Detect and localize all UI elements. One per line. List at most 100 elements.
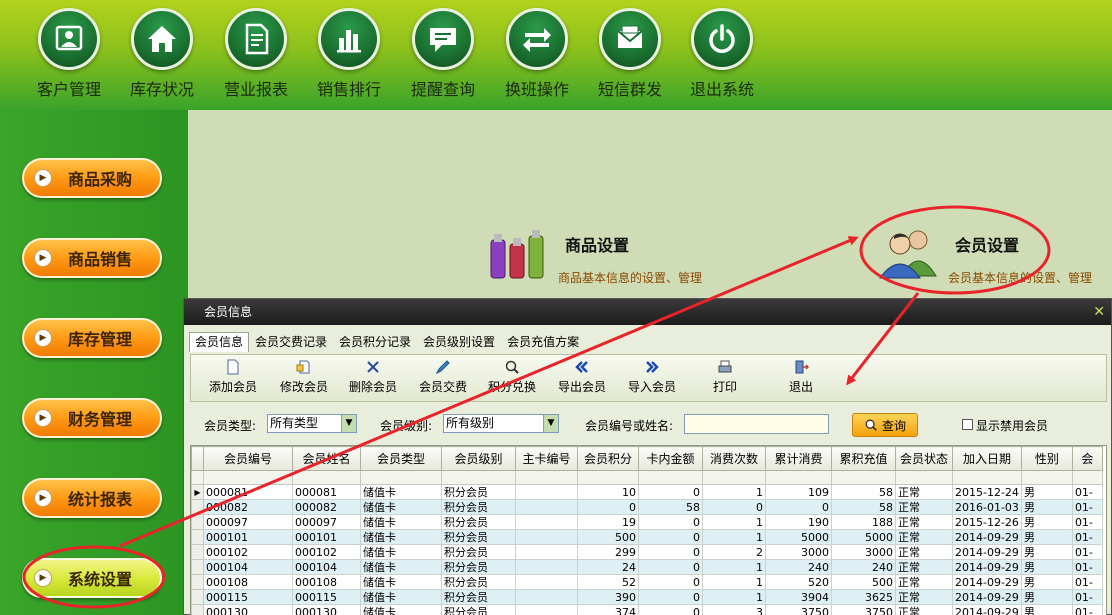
report-icon bbox=[225, 8, 287, 70]
row-indicator bbox=[191, 589, 204, 605]
top-item-reminder[interactable]: 提醒查询 bbox=[403, 8, 483, 100]
col-header[interactable]: 会员状态 bbox=[895, 446, 953, 471]
filter-cell[interactable] bbox=[952, 470, 1022, 485]
col-header[interactable]: 卡内金额 bbox=[638, 446, 703, 471]
tab-member-info[interactable]: 会员信息 bbox=[189, 332, 250, 352]
table-row[interactable]: 000101 000101 储值卡 积分会员 500 0 1 5000 5000 正常 2014-0… bbox=[191, 529, 1103, 545]
import-members-button[interactable]: 导入会员 bbox=[628, 359, 676, 395]
side-item-statistics[interactable]: ▶ 统计报表 bbox=[22, 478, 162, 518]
table-row[interactable]: 000097 000097 储值卡 积分会员 19 0 1 190 188 正常 2015-12-2… bbox=[191, 514, 1103, 530]
points-exchange-button[interactable]: 积分兑换 bbox=[488, 359, 536, 395]
toolbar-label: 添加会员 bbox=[209, 380, 258, 394]
table-cell: 000130 bbox=[203, 604, 293, 615]
export-members-button[interactable]: 导出会员 bbox=[558, 359, 606, 395]
col-header[interactable]: 加入日期 bbox=[952, 446, 1022, 471]
member-info-dialog: 会员信息 ✕ 会员信息 会员交费记录 会员积分记录 会员级别设置 会员充值方案 … bbox=[183, 298, 1112, 615]
col-header[interactable]: 主卡编号 bbox=[515, 446, 578, 471]
filter-cell[interactable] bbox=[292, 470, 361, 485]
member-payment-button[interactable]: 会员交费 bbox=[419, 359, 467, 395]
filter-row[interactable] bbox=[191, 470, 1103, 485]
top-item-exit[interactable]: 退出系统 bbox=[682, 8, 762, 100]
side-item-stock[interactable]: ▶ 库存管理 bbox=[22, 318, 162, 358]
top-item-shift[interactable]: 换班操作 bbox=[497, 8, 577, 100]
top-item-label: 客户管理 bbox=[36, 80, 101, 99]
col-header[interactable]: 累计消费 bbox=[765, 446, 832, 471]
filter-cell[interactable] bbox=[360, 470, 442, 485]
table-cell: 正常 bbox=[895, 499, 953, 515]
col-header[interactable]: 会员积分 bbox=[577, 446, 639, 471]
col-header[interactable]: 性别 bbox=[1020, 446, 1073, 471]
filter-cell[interactable] bbox=[515, 470, 578, 485]
row-header-corner bbox=[191, 446, 204, 471]
filter-cell[interactable] bbox=[1071, 470, 1103, 485]
tab-payment-records[interactable]: 会员交费记录 bbox=[249, 332, 333, 352]
top-item-report[interactable]: 营业报表 bbox=[216, 8, 296, 100]
delete-member-button[interactable]: 删除会员 bbox=[349, 359, 397, 395]
table-cell: 3 bbox=[702, 604, 766, 615]
print-button[interactable]: 打印 bbox=[713, 359, 737, 395]
member-type-select[interactable]: 所有类型 ▼ bbox=[267, 414, 357, 433]
dialog-title: 会员信息 bbox=[204, 305, 253, 319]
table-cell: 正常 bbox=[895, 589, 953, 605]
edit-document-icon bbox=[296, 360, 310, 374]
play-icon: ▶ bbox=[34, 569, 52, 587]
search-input[interactable] bbox=[684, 414, 829, 434]
table-row[interactable]: 000130 000130 储值卡 积分会员 374 0 3 3750 3750 正常 2014-0… bbox=[191, 604, 1103, 615]
magnifier-icon bbox=[505, 360, 519, 374]
tab-level-settings[interactable]: 会员级别设置 bbox=[417, 332, 501, 352]
filter-cell[interactable] bbox=[203, 470, 293, 485]
table-row[interactable]: 000082 000082 储值卡 积分会员 0 58 0 0 58 正常 2016-01-03 男 0… bbox=[191, 499, 1103, 515]
filter-cell[interactable] bbox=[765, 470, 832, 485]
table-cell: 0 bbox=[638, 514, 703, 530]
close-icon[interactable]: ✕ bbox=[1093, 299, 1105, 325]
filter-cell[interactable] bbox=[577, 470, 639, 485]
side-item-purchase[interactable]: ▶ 商品采购 bbox=[22, 158, 162, 198]
table-row[interactable]: 000115 000115 储值卡 积分会员 390 0 1 3904 3625 正常 2014-0… bbox=[191, 589, 1103, 605]
query-button[interactable]: 查询 bbox=[852, 413, 918, 437]
table-row[interactable]: 000104 000104 储值卡 积分会员 24 0 1 240 240 正常 2014-09-2… bbox=[191, 559, 1103, 575]
table-cell: 500 bbox=[577, 529, 639, 545]
table-cell: 58 bbox=[831, 484, 896, 500]
col-header[interactable]: 会 bbox=[1071, 446, 1103, 471]
filter-cell[interactable] bbox=[1020, 470, 1073, 485]
col-header[interactable]: 会员编号 bbox=[203, 446, 293, 471]
table-cell: 5000 bbox=[765, 529, 832, 545]
side-item-finance[interactable]: ▶ 财务管理 bbox=[22, 398, 162, 438]
col-header[interactable]: 会员类型 bbox=[360, 446, 442, 471]
table-cell bbox=[515, 589, 578, 605]
swap-arrows-icon bbox=[506, 8, 568, 70]
dialog-titlebar[interactable]: 会员信息 ✕ bbox=[184, 299, 1111, 325]
row-indicator bbox=[191, 574, 204, 590]
table-cell: 1 bbox=[702, 484, 766, 500]
top-item-sms[interactable]: 短信群发 bbox=[590, 8, 670, 100]
col-header[interactable]: 会员姓名 bbox=[292, 446, 361, 471]
table-row[interactable]: 000102 000102 储值卡 积分会员 299 0 2 3000 3000 正常 2014-0… bbox=[191, 544, 1103, 560]
col-header[interactable]: 会员级别 bbox=[441, 446, 516, 471]
tab-points-records[interactable]: 会员积分记录 bbox=[333, 332, 417, 352]
exit-button[interactable]: 退出 bbox=[789, 359, 813, 395]
filter-cell[interactable] bbox=[191, 470, 204, 485]
table-cell: 01- bbox=[1071, 604, 1103, 615]
side-item-system-settings[interactable]: ▶ 系统设置 bbox=[22, 558, 162, 598]
filter-cell[interactable] bbox=[702, 470, 766, 485]
tab-recharge-plans[interactable]: 会员充值方案 bbox=[501, 332, 585, 352]
table-row[interactable]: ▶ 000081 000081 储值卡 积分会员 10 0 1 109 58 正常 2015-12-2… bbox=[191, 484, 1103, 500]
filter-cell[interactable] bbox=[895, 470, 953, 485]
table-cell: 240 bbox=[765, 559, 832, 575]
top-item-customer[interactable]: 客户管理 bbox=[29, 8, 109, 100]
add-member-button[interactable]: 添加会员 bbox=[209, 359, 257, 395]
table-row[interactable]: 000108 000108 储值卡 积分会员 52 0 1 520 500 正常 2014-09-2… bbox=[191, 574, 1103, 590]
top-item-sales-rank[interactable]: 销售排行 bbox=[309, 8, 389, 100]
member-level-select[interactable]: 所有级别 ▼ bbox=[443, 414, 559, 433]
side-item-label: 系统设置 bbox=[68, 570, 133, 589]
side-item-sales[interactable]: ▶ 商品销售 bbox=[22, 238, 162, 278]
top-item-inventory[interactable]: 库存状况 bbox=[122, 8, 202, 100]
filter-cell[interactable] bbox=[638, 470, 703, 485]
edit-member-button[interactable]: 修改会员 bbox=[280, 359, 328, 395]
filter-cell[interactable] bbox=[441, 470, 516, 485]
filter-cell[interactable] bbox=[831, 470, 896, 485]
show-disabled-checkbox[interactable] bbox=[962, 419, 973, 430]
col-header[interactable]: 消费次数 bbox=[702, 446, 766, 471]
table-cell: 正常 bbox=[895, 529, 953, 545]
col-header[interactable]: 累积充值 bbox=[831, 446, 896, 471]
